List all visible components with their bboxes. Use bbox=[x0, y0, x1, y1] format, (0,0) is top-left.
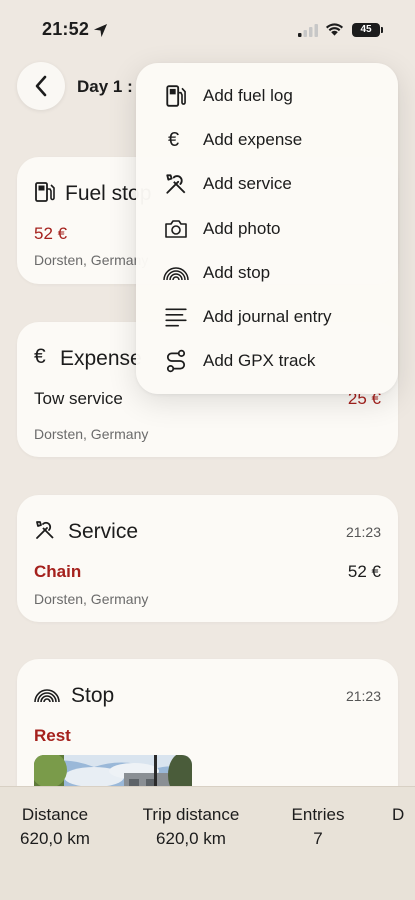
menu-item-label: Add GPX track bbox=[203, 351, 316, 370]
menu-item-label: Add photo bbox=[203, 219, 281, 238]
stat-entries-label: Entries bbox=[291, 805, 345, 824]
expense-card-title: Expense bbox=[60, 347, 142, 370]
menu-item-label: Add journal entry bbox=[203, 307, 332, 326]
cell-signal-icon bbox=[298, 24, 318, 37]
text-lines-icon bbox=[165, 308, 187, 327]
stat-entries: Entries 7 bbox=[283, 805, 353, 849]
tools-icon bbox=[166, 174, 186, 194]
menu-item-label: Add stop bbox=[203, 263, 271, 282]
service-time: 21:23 bbox=[345, 524, 381, 540]
stat-trip-value: 620,0 km bbox=[156, 829, 226, 848]
location-arrow-icon bbox=[93, 23, 108, 38]
chevron-left-icon bbox=[35, 75, 47, 97]
stop-item: Rest bbox=[34, 726, 71, 745]
service-location: Dorsten, Germany bbox=[34, 591, 149, 607]
service-amount: 52 € bbox=[347, 562, 381, 581]
fuel-pump-icon bbox=[166, 85, 186, 107]
status-bar: 21:52 45 bbox=[0, 0, 415, 60]
battery-indicator: 45 bbox=[352, 23, 383, 37]
stop-card-title: Stop bbox=[71, 684, 115, 707]
stat-trip-distance: Trip distance 620,0 km bbox=[136, 805, 246, 849]
euro-icon: € bbox=[34, 345, 46, 368]
menu-item-add-service[interactable]: Add service bbox=[136, 162, 398, 206]
status-time: 21:52 bbox=[42, 19, 90, 39]
service-card-title: Service bbox=[68, 520, 139, 543]
stat-entries-value: 7 bbox=[313, 829, 323, 848]
menu-item-add-gpx-track[interactable]: Add GPX track bbox=[136, 339, 398, 383]
menu-item-add-fuel-log[interactable]: Add fuel log bbox=[136, 74, 398, 118]
fuel-amount: 52 € bbox=[34, 224, 68, 243]
stat-trip-label: Trip distance bbox=[142, 805, 240, 824]
stat-extra-label: D bbox=[392, 805, 405, 824]
expense-description: Tow service bbox=[34, 389, 123, 408]
menu-item-add-photo[interactable]: Add photo bbox=[136, 207, 398, 251]
trip-stats-bar: Distance 620,0 km Trip distance 620,0 km… bbox=[0, 786, 415, 900]
euro-icon: € bbox=[168, 129, 180, 151]
menu-item-label: Add service bbox=[203, 174, 292, 193]
menu-item-add-journal-entry[interactable]: Add journal entry bbox=[136, 295, 398, 339]
fuel-location: Dorsten, Germany bbox=[34, 252, 149, 268]
rainbow-icon bbox=[34, 689, 60, 703]
tools-icon bbox=[36, 521, 54, 539]
menu-item-add-expense[interactable]: € Add expense bbox=[136, 118, 398, 162]
back-button[interactable] bbox=[17, 62, 65, 110]
add-entry-menu: Add fuel log € Add expense Add service A… bbox=[136, 63, 398, 394]
stop-time: 21:23 bbox=[345, 688, 381, 704]
service-item: Chain bbox=[34, 562, 82, 581]
stat-distance-value: 620,0 km bbox=[20, 829, 90, 848]
service-entry-card[interactable]: Service 21:23 Chain 52 € Dorsten, German… bbox=[17, 495, 398, 622]
rainbow-icon bbox=[163, 267, 189, 281]
menu-item-label: Add expense bbox=[203, 130, 303, 149]
expense-location: Dorsten, Germany bbox=[34, 426, 149, 442]
camera-icon bbox=[165, 220, 187, 238]
stat-distance: Distance 620,0 km bbox=[14, 805, 96, 849]
stat-distance-label: Distance bbox=[21, 805, 89, 824]
fuel-pump-icon bbox=[35, 182, 55, 202]
route-icon bbox=[166, 349, 186, 373]
wifi-icon bbox=[325, 23, 344, 36]
menu-item-add-stop[interactable]: Add stop bbox=[136, 251, 398, 295]
stat-extra: D bbox=[392, 805, 415, 825]
page-title: Day 1 : bbox=[77, 77, 133, 96]
menu-item-label: Add fuel log bbox=[203, 86, 293, 105]
